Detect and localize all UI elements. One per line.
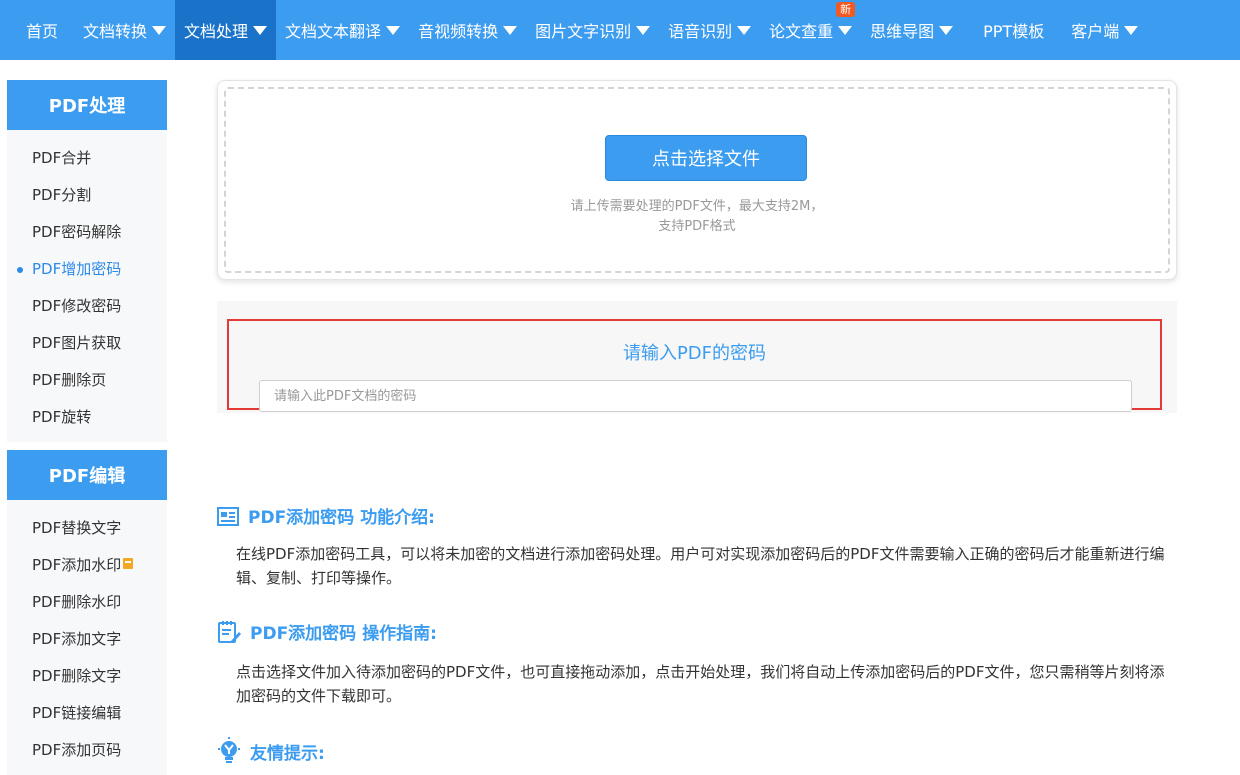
intro-text: 在线PDF添加密码工具，可以将未加密的文档进行添加密码处理。用户可对实现添加密码… [236, 545, 1165, 587]
sidebar-item-pdf-link-edit[interactable]: PDF链接编辑 [7, 695, 167, 732]
upload-hint-line: 请上传需要处理的PDF文件，最大支持2M， [570, 199, 824, 214]
chevron-down-icon [152, 25, 167, 35]
upload-panel: 点击选择文件 请上传需要处理的PDF文件，最大支持2M， 支持PDF格式 [217, 80, 1177, 280]
chevron-down-icon [737, 25, 752, 35]
sidebar-item-pdf-split[interactable]: PDF分割 [7, 177, 167, 214]
nav-label: 客户端 [1071, 22, 1120, 41]
sidebar-item-pdf-merge[interactable]: PDF合并 [7, 140, 167, 177]
new-badge: 新 [836, 2, 856, 17]
vip-badge-icon [123, 558, 134, 569]
guide-title-b: 操作指南: [362, 624, 437, 644]
sidebar-group-pdf-process: PDF合并 PDF分割 PDF密码解除 PDF增加密码 PDF修改密码 PDF图… [7, 130, 167, 442]
nav-label: 文档处理 [184, 22, 249, 41]
chevron-down-icon [1124, 25, 1139, 35]
sidebar: PDF处理 PDF合并 PDF分割 PDF密码解除 PDF增加密码 PDF修改密… [7, 80, 167, 775]
nav-label: 音视频转换 [418, 22, 499, 41]
nav-item-home[interactable]: 首页 [12, 0, 74, 60]
sidebar-item-pdf-add-password[interactable]: PDF增加密码 [7, 251, 167, 288]
guide-text: 点击选择文件加入待添加密码的PDF文件，也可直接拖动添加，点击开始处理，我们将自… [236, 663, 1165, 705]
nav-label: 首页 [26, 22, 59, 41]
password-title: 请输入PDF的密码 [622, 343, 767, 364]
top-nav: 首页 文档转换 文档处理 文档文本翻译 音视频转换 图片文字识别 语音识别 论文… [0, 0, 1240, 60]
sidebar-item-pdf-page-number[interactable]: PDF添加页码 [7, 732, 167, 769]
sidebar-item-pdf-rotate[interactable]: PDF旋转 [7, 399, 167, 436]
upload-hint-line: 支持PDF格式 [658, 219, 736, 234]
nav-item-doc-translate[interactable]: 文档文本翻译 [276, 0, 409, 60]
sidebar-group-pdf-edit: PDF替换文字 PDF添加水印 PDF删除水印 PDF添加文字 PDF删除文字 … [7, 500, 167, 775]
nav-item-mindmap[interactable]: 思维导图 [861, 0, 962, 60]
nav-item-ppt[interactable]: PPT模板 [962, 0, 1062, 60]
nav-item-ocr[interactable]: 图片文字识别 [526, 0, 659, 60]
nav-item-plagiarism[interactable]: 论文查重新 [760, 0, 861, 60]
password-input[interactable] [259, 380, 1132, 412]
password-panel: 请输入PDF的密码 [217, 301, 1177, 413]
sidebar-item-pdf-add-text[interactable]: PDF添加文字 [7, 621, 167, 658]
tips-title: 友情提示: [250, 743, 325, 764]
sidebar-item-pdf-change-password[interactable]: PDF修改密码 [7, 288, 167, 325]
nav-label: 文档文本翻译 [285, 22, 382, 41]
intro-title-b: 功能介绍: [360, 508, 435, 528]
sidebar-item-pdf-delete-text[interactable]: PDF删除文字 [7, 658, 167, 695]
nav-label: 图片文字识别 [535, 22, 632, 41]
sidebar-item-pdf-remove-watermark[interactable]: PDF删除水印 [7, 584, 167, 621]
intro-title-a: PDF添加密码 [248, 508, 355, 528]
chevron-down-icon [503, 25, 518, 35]
sidebar-item-pdf-unlock[interactable]: PDF密码解除 [7, 214, 167, 251]
nav-item-av-convert[interactable]: 音视频转换 [409, 0, 526, 60]
highlight-box: 请输入PDF的密码 [227, 319, 1162, 412]
nav-label: 文档转换 [83, 22, 148, 41]
sidebar-group-title: PDF编辑 [7, 450, 167, 500]
nav-item-doc-convert[interactable]: 文档转换 [74, 0, 175, 60]
upload-dropzone[interactable]: 点击选择文件 请上传需要处理的PDF文件，最大支持2M， 支持PDF格式 [224, 87, 1170, 273]
sidebar-group-title: PDF处理 [7, 80, 167, 130]
upload-hint: 请上传需要处理的PDF文件，最大支持2M， 支持PDF格式 [226, 197, 1168, 237]
guide-heading: PDF添加密码 操作指南: [217, 619, 437, 644]
nav-item-speech[interactable]: 语音识别 [659, 0, 760, 60]
document-icon [217, 506, 239, 526]
chevron-down-icon [939, 25, 954, 35]
nav-label: 思维导图 [870, 22, 935, 41]
nav-label: PPT模板 [983, 22, 1045, 41]
chevron-down-icon [636, 25, 651, 35]
nav-label: 论文查重 [769, 22, 834, 41]
intro-heading: PDF添加密码 功能介绍: [217, 503, 435, 528]
sidebar-item-pdf-replace-text[interactable]: PDF替换文字 [7, 510, 167, 547]
edit-notes-icon [218, 620, 241, 643]
sidebar-item-pdf-delete-page[interactable]: PDF删除页 [7, 362, 167, 399]
chevron-down-icon [386, 25, 401, 35]
nav-item-doc-process[interactable]: 文档处理 [175, 0, 277, 60]
sidebar-item-label: PDF添加水印 [32, 556, 122, 574]
select-file-button[interactable]: 点击选择文件 [605, 135, 807, 181]
nav-item-client[interactable]: 客户端 [1062, 0, 1147, 60]
sidebar-item-pdf-image-extract[interactable]: PDF图片获取 [7, 325, 167, 362]
guide-title-a: PDF添加密码 [250, 624, 357, 644]
chevron-down-icon [838, 25, 853, 35]
chevron-down-icon [253, 25, 268, 35]
tips-heading: 友情提示: [217, 737, 325, 765]
nav-label: 语音识别 [668, 22, 733, 41]
lightbulb-icon [218, 737, 240, 763]
sidebar-item-pdf-add-watermark[interactable]: PDF添加水印 [7, 547, 167, 584]
